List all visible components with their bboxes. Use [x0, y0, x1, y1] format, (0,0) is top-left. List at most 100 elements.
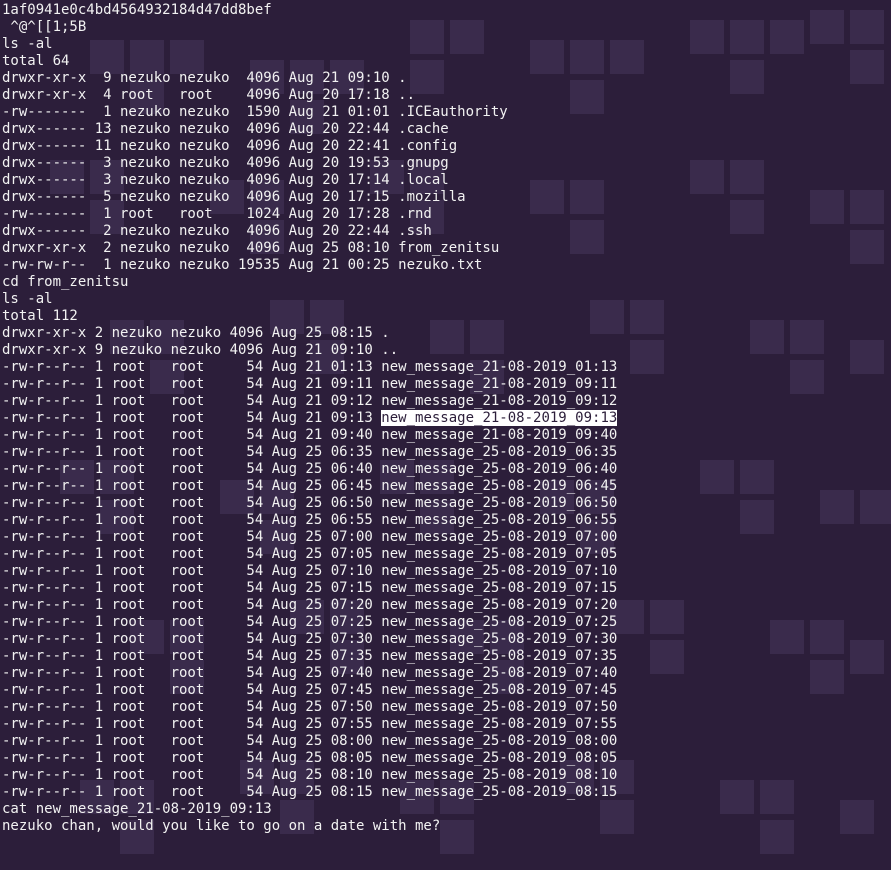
ls-home-row: -rw------- 1 root root 1024 Aug 20 17:28… — [2, 206, 889, 223]
ls-row-prefix: -rw-r--r-- 1 root root 54 Aug 25 06:55 — [2, 512, 381, 528]
ls-zenitsu-row: -rw-r--r-- 1 root root 54 Aug 25 06:35 n… — [2, 444, 889, 461]
ls-row-filename: new_message_25-08-2019_07:00 — [381, 529, 617, 545]
ls-row-prefix: -rw-r--r-- 1 root root 54 Aug 25 07:10 — [2, 563, 381, 579]
ls-row-filename: new_message_25-08-2019_07:25 — [381, 614, 617, 630]
ls-row-filename: new_message_25-08-2019_07:35 — [381, 648, 617, 664]
ls-row-prefix: -rw-r--r-- 1 root root 54 Aug 25 07:30 — [2, 631, 381, 647]
cd-command: cd from_zenitsu — [2, 274, 889, 291]
ls-row-prefix: -rw-r--r-- 1 root root 54 Aug 21 09:12 — [2, 393, 381, 409]
ls-row-filename: new_message_21-08-2019_01:13 — [381, 359, 617, 375]
ls-row-prefix: -rw-r--r-- 1 root root 54 Aug 25 06:40 — [2, 461, 381, 477]
ls-home-row: drwx------ 2 nezuko nezuko 4096 Aug 20 2… — [2, 223, 889, 240]
ls-row-filename: new_message_25-08-2019_08:10 — [381, 767, 617, 783]
ls-row-prefix: -rw-r--r-- 1 root root 54 Aug 25 08:05 — [2, 750, 381, 766]
ls-zenitsu-row: -rw-r--r-- 1 root root 54 Aug 25 08:05 n… — [2, 750, 889, 767]
ls-zenitsu-row: -rw-r--r-- 1 root root 54 Aug 21 01:13 n… — [2, 359, 889, 376]
ls-zenitsu-row: -rw-r--r-- 1 root root 54 Aug 25 07:25 n… — [2, 614, 889, 631]
ls-row-prefix: -rw-r--r-- 1 root root 54 Aug 25 07:50 — [2, 699, 381, 715]
ls-row-filename: new_message_21-08-2019_09:40 — [381, 427, 617, 443]
ls-row-filename: new_message_25-08-2019_07:20 — [381, 597, 617, 613]
ls-row-prefix: -rw-r--r-- 1 root root 54 Aug 25 06:45 — [2, 478, 381, 494]
ls-zenitsu-row: -rw-r--r-- 1 root root 54 Aug 21 09:12 n… — [2, 393, 889, 410]
ls-row-prefix: -rw-r--r-- 1 root root 54 Aug 25 07:45 — [2, 682, 381, 698]
ls-zenitsu-row: -rw-r--r-- 1 root root 54 Aug 25 06:55 n… — [2, 512, 889, 529]
ls-row-filename: new_message_25-08-2019_07:30 — [381, 631, 617, 647]
ls-zenitsu-row: -rw-r--r-- 1 root root 54 Aug 25 07:40 n… — [2, 665, 889, 682]
ls-zenitsu-row: -rw-r--r-- 1 root root 54 Aug 25 07:45 n… — [2, 682, 889, 699]
ls-home-row: -rw------- 1 nezuko nezuko 1590 Aug 21 0… — [2, 104, 889, 121]
ls-row-filename: new_message_21-08-2019_09:11 — [381, 376, 617, 392]
ls-row-filename: new_message_25-08-2019_08:00 — [381, 733, 617, 749]
ls-zenitsu-row: -rw-r--r-- 1 root root 54 Aug 25 08:10 n… — [2, 767, 889, 784]
ls-row-filename: new_message_25-08-2019_07:40 — [381, 665, 617, 681]
ls-home-row: drwx------ 3 nezuko nezuko 4096 Aug 20 1… — [2, 155, 889, 172]
ls-row-filename: new_message_25-08-2019_07:10 — [381, 563, 617, 579]
ls-row-prefix: -rw-r--r-- 1 root root 54 Aug 25 08:15 — [2, 784, 381, 800]
ls-row-filename: new_message_25-08-2019_08:15 — [381, 784, 617, 800]
ls-row-filename: new_message_25-08-2019_07:50 — [381, 699, 617, 715]
ls-row-prefix: -rw-r--r-- 1 root root 54 Aug 25 07:35 — [2, 648, 381, 664]
ls-row-prefix: -rw-r--r-- 1 root root 54 Aug 21 01:13 — [2, 359, 381, 375]
ls-row-prefix: -rw-r--r-- 1 root root 54 Aug 21 09:40 — [2, 427, 381, 443]
ls-row-prefix: -rw-r--r-- 1 root root 54 Aug 25 06:50 — [2, 495, 381, 511]
ls-row-filename: new_message_25-08-2019_06:50 — [381, 495, 617, 511]
ls-row-prefix: -rw-r--r-- 1 root root 54 Aug 21 09:11 — [2, 376, 381, 392]
ls-zenitsu-row: -rw-r--r-- 1 root root 54 Aug 25 07:05 n… — [2, 546, 889, 563]
ls-zenitsu-row: -rw-r--r-- 1 root root 54 Aug 25 08:00 n… — [2, 733, 889, 750]
ls-zenitsu-row: -rw-r--r-- 1 root root 54 Aug 25 06:40 n… — [2, 461, 889, 478]
ls-row-filename: new_message_25-08-2019_08:05 — [381, 750, 617, 766]
ls-zenitsu-row: -rw-r--r-- 1 root root 54 Aug 25 07:20 n… — [2, 597, 889, 614]
ls-total: total 112 — [2, 308, 889, 325]
ls-row-filename: new_message_21-08-2019_09:12 — [381, 393, 617, 409]
ls-zenitsu-row: -rw-r--r-- 1 root root 54 Aug 21 09:11 n… — [2, 376, 889, 393]
cat-command: cat new_message_21-08-2019_09:13 — [2, 801, 889, 818]
ls-row-filename: new_message_25-08-2019_06:45 — [381, 478, 617, 494]
terminal-output[interactable]: 1af0941e0c4bd4564932184d47dd8bef ^@^[[1;… — [0, 0, 891, 837]
ls-row-filename: new_message_25-08-2019_06:35 — [381, 444, 617, 460]
ls-row-filename: new_message_25-08-2019_07:15 — [381, 580, 617, 596]
ls-row-prefix: -rw-r--r-- 1 root root 54 Aug 25 06:35 — [2, 444, 381, 460]
ls-row-filename: new_message_25-08-2019_06:40 — [381, 461, 617, 477]
ls-row-prefix: -rw-r--r-- 1 root root 54 Aug 25 07:40 — [2, 665, 381, 681]
ls-home-row: drwxr-xr-x 2 nezuko nezuko 4096 Aug 25 0… — [2, 240, 889, 257]
ls-row-prefix: -rw-r--r-- 1 root root 54 Aug 25 07:15 — [2, 580, 381, 596]
ls-home-row: drwx------ 13 nezuko nezuko 4096 Aug 20 … — [2, 121, 889, 138]
ls-row-prefix: -rw-r--r-- 1 root root 54 Aug 25 08:00 — [2, 733, 381, 749]
header-line: 1af0941e0c4bd4564932184d47dd8bef — [2, 2, 889, 19]
ls-home-row: drwxr-xr-x 9 nezuko nezuko 4096 Aug 21 0… — [2, 70, 889, 87]
ls-home-row: drwxr-xr-x 4 root root 4096 Aug 20 17:18… — [2, 87, 889, 104]
ls-zenitsu-row: -rw-r--r-- 1 root root 54 Aug 25 08:15 n… — [2, 784, 889, 801]
ls-zenitsu-row: -rw-r--r-- 1 root root 54 Aug 21 09:13 n… — [2, 410, 889, 427]
ls-row-prefix: -rw-r--r-- 1 root root 54 Aug 25 07:20 — [2, 597, 381, 613]
ls-row-prefix: -rw-r--r-- 1 root root 54 Aug 25 07:25 — [2, 614, 381, 630]
ls-row-filename: new_message_25-08-2019_06:55 — [381, 512, 617, 528]
ls-zenitsu-row: -rw-r--r-- 1 root root 54 Aug 25 07:10 n… — [2, 563, 889, 580]
ls-row-prefix: -rw-r--r-- 1 root root 54 Aug 25 07:55 — [2, 716, 381, 732]
ls-zenitsu-row: -rw-r--r-- 1 root root 54 Aug 25 06:50 n… — [2, 495, 889, 512]
ls-row-filename: new_message_25-08-2019_07:45 — [381, 682, 617, 698]
ls-zenitsu-row: -rw-r--r-- 1 root root 54 Aug 25 06:45 n… — [2, 478, 889, 495]
ls-zenitsu-row: -rw-r--r-- 1 root root 54 Aug 25 07:15 n… — [2, 580, 889, 597]
ls-zenitsu-row: -rw-r--r-- 1 root root 54 Aug 25 07:35 n… — [2, 648, 889, 665]
ls-zenitsu-row: drwxr-xr-x 9 nezuko nezuko 4096 Aug 21 0… — [2, 342, 889, 359]
ls-home-row: drwx------ 5 nezuko nezuko 4096 Aug 20 1… — [2, 189, 889, 206]
ls-home-row: drwx------ 3 nezuko nezuko 4096 Aug 20 1… — [2, 172, 889, 189]
ls-row-filename: new_message_21-08-2019_09:13 — [381, 410, 617, 426]
ls-zenitsu-row: -rw-r--r-- 1 root root 54 Aug 25 07:50 n… — [2, 699, 889, 716]
ls-home-row: drwx------ 11 nezuko nezuko 4096 Aug 20 … — [2, 138, 889, 155]
ls-row-prefix: -rw-r--r-- 1 root root 54 Aug 25 08:10 — [2, 767, 381, 783]
ls-command: ls -al — [2, 291, 889, 308]
ls-row-prefix: -rw-r--r-- 1 root root 54 Aug 25 07:05 — [2, 546, 381, 562]
cat-output: nezuko chan, would you like to go on a d… — [2, 818, 889, 835]
ls-row-prefix: -rw-r--r-- 1 root root 54 Aug 21 09:13 — [2, 410, 381, 426]
ls-row-filename: new_message_25-08-2019_07:55 — [381, 716, 617, 732]
header-line: ls -al — [2, 36, 889, 53]
ls-home-row: -rw-rw-r-- 1 nezuko nezuko 19535 Aug 21 … — [2, 257, 889, 274]
ls-zenitsu-row: -rw-r--r-- 1 root root 54 Aug 21 09:40 n… — [2, 427, 889, 444]
header-line: total 64 — [2, 53, 889, 70]
ls-row-prefix: -rw-r--r-- 1 root root 54 Aug 25 07:00 — [2, 529, 381, 545]
ls-zenitsu-row: -rw-r--r-- 1 root root 54 Aug 25 07:55 n… — [2, 716, 889, 733]
header-line: ^@^[[1;5B — [2, 19, 889, 36]
ls-row-filename: new_message_25-08-2019_07:05 — [381, 546, 617, 562]
ls-zenitsu-row: -rw-r--r-- 1 root root 54 Aug 25 07:30 n… — [2, 631, 889, 648]
